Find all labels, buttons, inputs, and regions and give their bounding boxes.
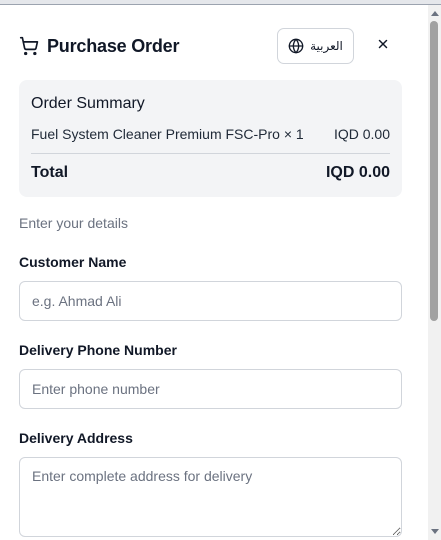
modal-title: Purchase Order xyxy=(47,35,180,56)
customer-name-input[interactable] xyxy=(19,281,402,321)
order-item-price: IQD 0.00 xyxy=(333,126,390,142)
globe-icon xyxy=(288,38,304,54)
total-value: IQD 0.00 xyxy=(325,164,390,181)
purchase-order-modal: Purchase Order العربية Order Summary Fue… xyxy=(0,5,428,540)
shopping-cart-icon xyxy=(19,36,39,56)
modal-header: Purchase Order العربية xyxy=(19,28,414,64)
language-button-label: العربية xyxy=(310,39,343,53)
order-summary-title: Order Summary xyxy=(31,95,145,112)
scroll-down-arrow-icon[interactable] xyxy=(431,529,439,534)
scroll-up-arrow-icon[interactable] xyxy=(431,11,439,16)
summary-divider xyxy=(31,153,390,154)
delivery-phone-input[interactable] xyxy=(19,369,402,409)
delivery-phone-label: Delivery Phone Number xyxy=(19,342,177,358)
close-icon xyxy=(376,37,390,56)
scrollbar-thumb[interactable] xyxy=(430,21,438,321)
form-subtitle: Enter your details xyxy=(19,215,128,231)
order-total-row: Total IQD 0.00 xyxy=(31,164,390,182)
order-item-label: Fuel System Cleaner Premium FSC-Pro × 1 xyxy=(31,126,304,142)
delivery-address-label: Delivery Address xyxy=(19,430,133,446)
close-button[interactable] xyxy=(371,34,395,58)
language-toggle-button[interactable]: العربية xyxy=(277,28,354,64)
customer-name-label: Customer Name xyxy=(19,254,127,270)
modal-scrollbar[interactable] xyxy=(428,5,441,540)
order-item-row: Fuel System Cleaner Premium FSC-Pro × 1 … xyxy=(31,126,390,142)
order-summary-card: Order Summary Fuel System Cleaner Premiu… xyxy=(19,80,402,197)
total-label: Total xyxy=(31,164,69,181)
delivery-address-textarea[interactable] xyxy=(19,457,402,537)
